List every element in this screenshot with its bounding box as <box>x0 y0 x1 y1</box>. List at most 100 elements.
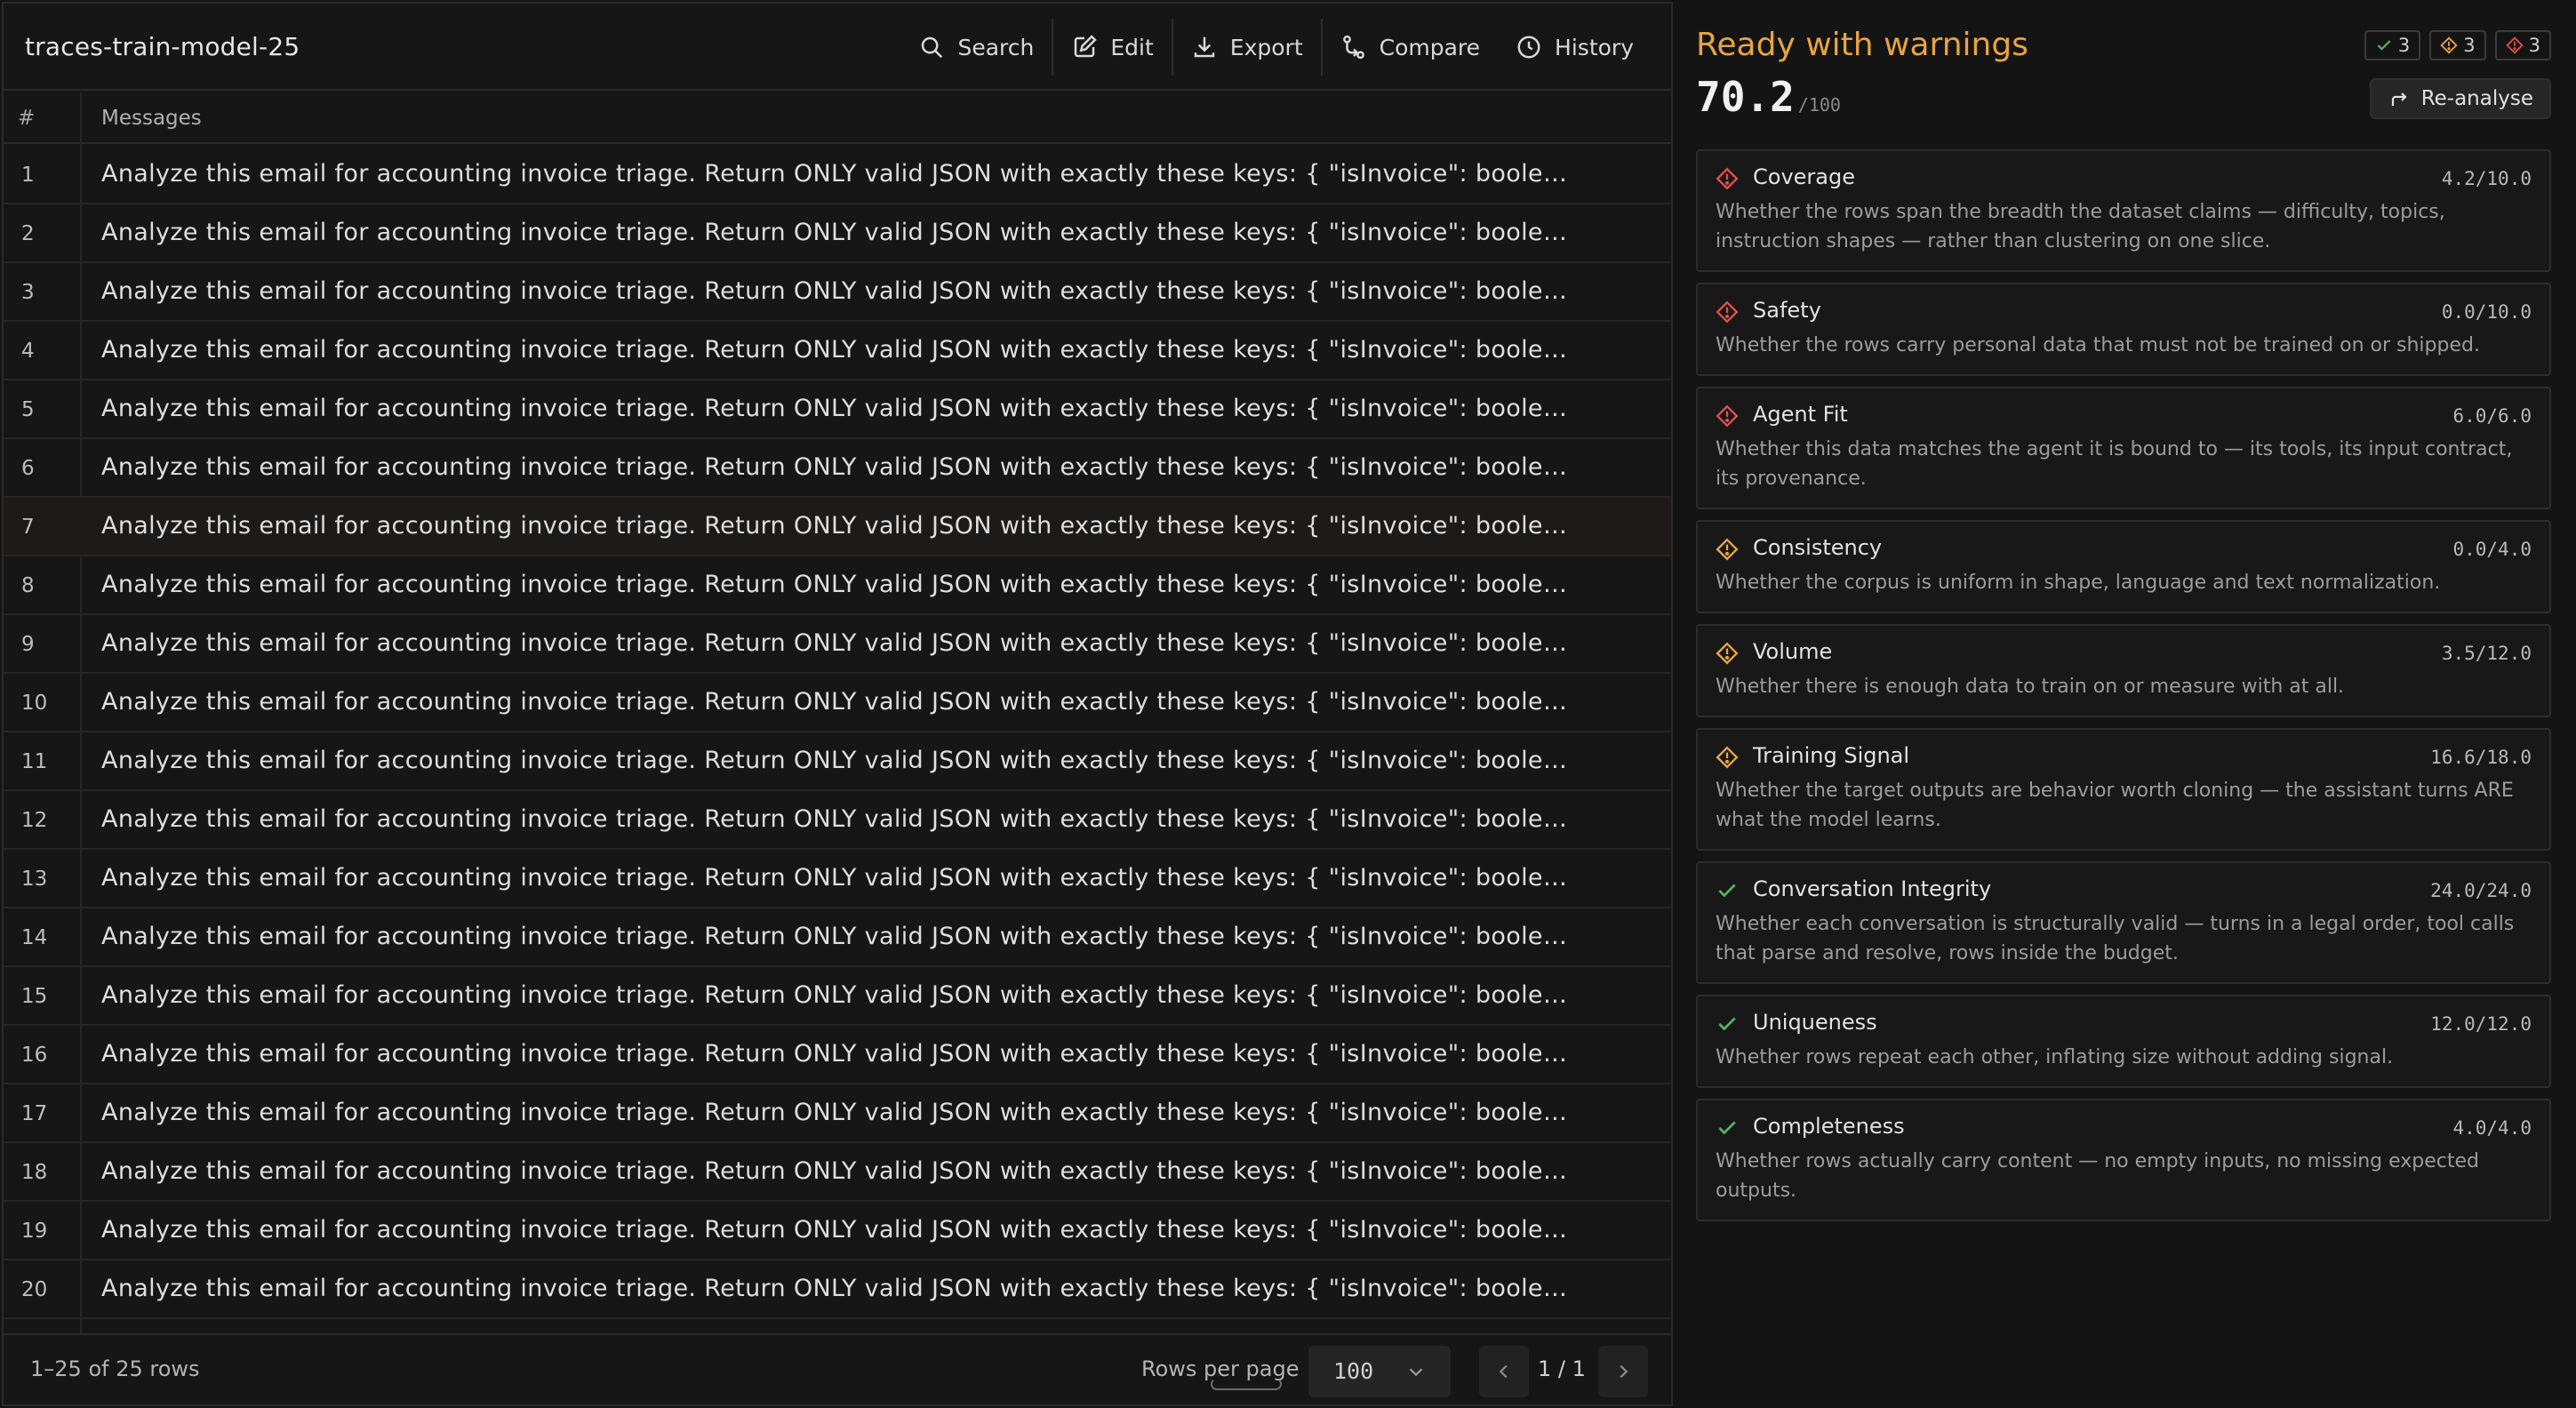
report-status-title: Ready with warnings <box>1696 27 2028 63</box>
row-number: 4 <box>21 340 35 363</box>
table-row[interactable]: 9 Analyze this email for accounting invoi… <box>4 615 1671 674</box>
redo-arrow-icon <box>2391 92 2407 106</box>
table-row[interactable]: 2 Analyze this email for accounting invoi… <box>4 204 1671 263</box>
column-header-number[interactable]: # <box>18 107 35 130</box>
check-name: Coverage <box>1753 164 1855 189</box>
check-card-training-signal[interactable]: Training Signal 16.6/18.0 Whether the targ… <box>1696 728 2551 851</box>
row-number: 9 <box>21 633 35 656</box>
table-row[interactable]: 4 Analyze this email for accounting invoi… <box>4 322 1671 380</box>
row-number: 2 <box>21 222 35 245</box>
pass-count-badge: 3 <box>2364 30 2421 60</box>
row-message: Analyze this email for accounting invoic… <box>101 1275 1577 1302</box>
warn-count-badge: 3 <box>2429 30 2486 60</box>
table-row[interactable]: 11 Analyze this email for accounting invo… <box>4 732 1671 791</box>
table-row[interactable]: 13 Analyze this email for accounting invo… <box>4 850 1671 908</box>
table-row[interactable]: 20 Analyze this email for accounting invo… <box>4 1260 1671 1319</box>
check-card-uniqueness[interactable]: Uniqueness 12.0/12.0 Whether rows repeat e… <box>1696 995 2551 1088</box>
table-row[interactable]: 8 Analyze this email for accounting invoi… <box>4 556 1671 615</box>
check-card-coverage[interactable]: Coverage 4.2/10.0 Whether the rows span th… <box>1696 149 2551 272</box>
row-number: 19 <box>21 1220 48 1243</box>
table-row[interactable]: 14 Analyze this email for accounting invo… <box>4 908 1671 967</box>
row-message: Analyze this email for accounting invoic… <box>101 1157 1577 1185</box>
check-score: 16.6/18.0 <box>2430 747 2532 768</box>
check-name: Training Signal <box>1753 743 1910 768</box>
compare-button[interactable]: Compare <box>1323 20 1498 75</box>
row-number: 12 <box>21 809 48 832</box>
table-row[interactable]: 18 Analyze this email for accounting invo… <box>4 1143 1671 1202</box>
check-icon <box>1716 879 1739 902</box>
row-message: Analyze this email for accounting invoic… <box>101 219 1577 246</box>
row-message: Analyze this email for accounting invoic… <box>101 923 1577 950</box>
history-button[interactable]: History <box>1498 20 1652 75</box>
row-number: 16 <box>21 1044 48 1067</box>
table-row[interactable]: 10 Analyze this email for accounting invo… <box>4 674 1671 732</box>
row-message: Analyze this email for accounting invoic… <box>101 336 1577 364</box>
prev-page-button[interactable] <box>1479 1346 1529 1397</box>
check-description: Whether rows repeat each other, inflatin… <box>1716 1046 2394 1068</box>
table-footer: 1–25 of 25 rows Rows per page 100 1 / 1 <box>4 1333 1671 1404</box>
rows-per-page-value: 100 <box>1333 1358 1374 1384</box>
score-max: /100 <box>1797 94 1841 116</box>
table-row[interactable]: 17 Analyze this email for accounting invo… <box>4 1084 1671 1143</box>
export-button[interactable]: Export <box>1173 20 1321 75</box>
warning-diamond-icon <box>1716 538 1739 561</box>
compare-icon <box>1342 35 1364 60</box>
row-number: 20 <box>21 1278 48 1301</box>
check-card-volume[interactable]: Volume 3.5/12.0 Whether there is enough da… <box>1696 624 2551 717</box>
row-message: Analyze this email for accounting invoic… <box>101 512 1577 540</box>
table-row[interactable]: 5 Analyze this email for accounting invoi… <box>4 380 1671 439</box>
fail-count: 3 <box>2528 35 2540 56</box>
check-description: Whether the corpus is uniform in shape, … <box>1716 572 2441 594</box>
table-row[interactable]: 19 Analyze this email for accounting invo… <box>4 1202 1671 1260</box>
table-row[interactable]: 3 Analyze this email for accounting invoi… <box>4 263 1671 322</box>
check-score: 0.0/10.0 <box>2441 301 2532 323</box>
check-list: Coverage 4.2/10.0 Whether the rows span th… <box>1696 149 2551 1232</box>
chevron-left-icon <box>1499 1364 1508 1379</box>
check-card-agent-fit[interactable]: Agent Fit 6.0/6.0 Whether this data matche… <box>1696 387 2551 509</box>
check-name: Uniqueness <box>1753 1010 1877 1035</box>
warning-diamond-icon <box>1716 746 1739 769</box>
check-description: Whether rows actually carry content — no… <box>1716 1150 2479 1202</box>
check-card-consistency[interactable]: Consistency 0.0/4.0 Whether the corpus is … <box>1696 520 2551 613</box>
row-message: Analyze this email for accounting invoic… <box>101 1216 1577 1244</box>
warning-diamond-icon <box>2440 36 2458 54</box>
row-message: Analyze this email for accounting invoic… <box>101 805 1577 833</box>
column-header-messages[interactable]: Messages <box>101 107 202 130</box>
toolbar-actions: Search Edit Export Compare History <box>900 19 1652 76</box>
check-card-safety[interactable]: Safety 0.0/10.0 Whether the rows carry per… <box>1696 283 2551 376</box>
row-number: 18 <box>21 1161 48 1184</box>
check-card-completeness[interactable]: Completeness 4.0/4.0 Whether rows actually… <box>1696 1099 2551 1221</box>
check-description: Whether the rows span the breadth the da… <box>1716 201 2445 252</box>
error-diamond-icon <box>1716 167 1739 190</box>
table-row[interactable]: 7 Analyze this email for accounting invoi… <box>4 498 1671 556</box>
edit-icon <box>1075 35 1098 58</box>
history-icon <box>1517 36 1540 59</box>
table-row[interactable]: 16 Analyze this email for accounting invo… <box>4 1026 1671 1084</box>
row-number: 1 <box>21 164 35 187</box>
check-icon <box>1716 1116 1739 1140</box>
table-row[interactable]: 6 Analyze this email for accounting invoi… <box>4 439 1671 498</box>
check-score: 24.0/24.0 <box>2430 880 2532 901</box>
row-message: Analyze this email for accounting invoic… <box>101 629 1577 657</box>
row-number: 14 <box>21 926 48 949</box>
rows-per-page-select[interactable]: 100 <box>1308 1346 1451 1397</box>
reanalyse-button[interactable]: Re-analyse <box>2369 78 2551 119</box>
row-number: 17 <box>21 1102 48 1125</box>
row-number: 8 <box>21 574 35 597</box>
search-button[interactable]: Search <box>900 20 1052 75</box>
table-row[interactable]: 12 Analyze this email for accounting invo… <box>4 791 1671 850</box>
table-row[interactable]: 1 Analyze this email for accounting invoi… <box>4 146 1671 204</box>
table-header: # Messages <box>4 92 1671 144</box>
edit-button[interactable]: Edit <box>1053 20 1171 75</box>
check-card-conversation-integrity[interactable]: Conversation Integrity 24.0/24.0 Whether e… <box>1696 861 2551 984</box>
page-indicator: 1 / 1 <box>1538 1356 1586 1381</box>
fail-count-badge: 3 <box>2494 30 2551 60</box>
history-label: History <box>1555 34 1634 60</box>
table-row[interactable]: 15 Analyze this email for accounting invo… <box>4 967 1671 1026</box>
row-message: Analyze this email for accounting invoic… <box>101 747 1577 774</box>
next-page-button[interactable] <box>1598 1346 1648 1397</box>
row-number: 10 <box>21 692 48 715</box>
check-description: Whether this data matches the agent it i… <box>1716 438 2513 490</box>
row-message: Analyze this email for accounting invoic… <box>101 453 1577 481</box>
warning-diamond-icon <box>1716 642 1739 665</box>
